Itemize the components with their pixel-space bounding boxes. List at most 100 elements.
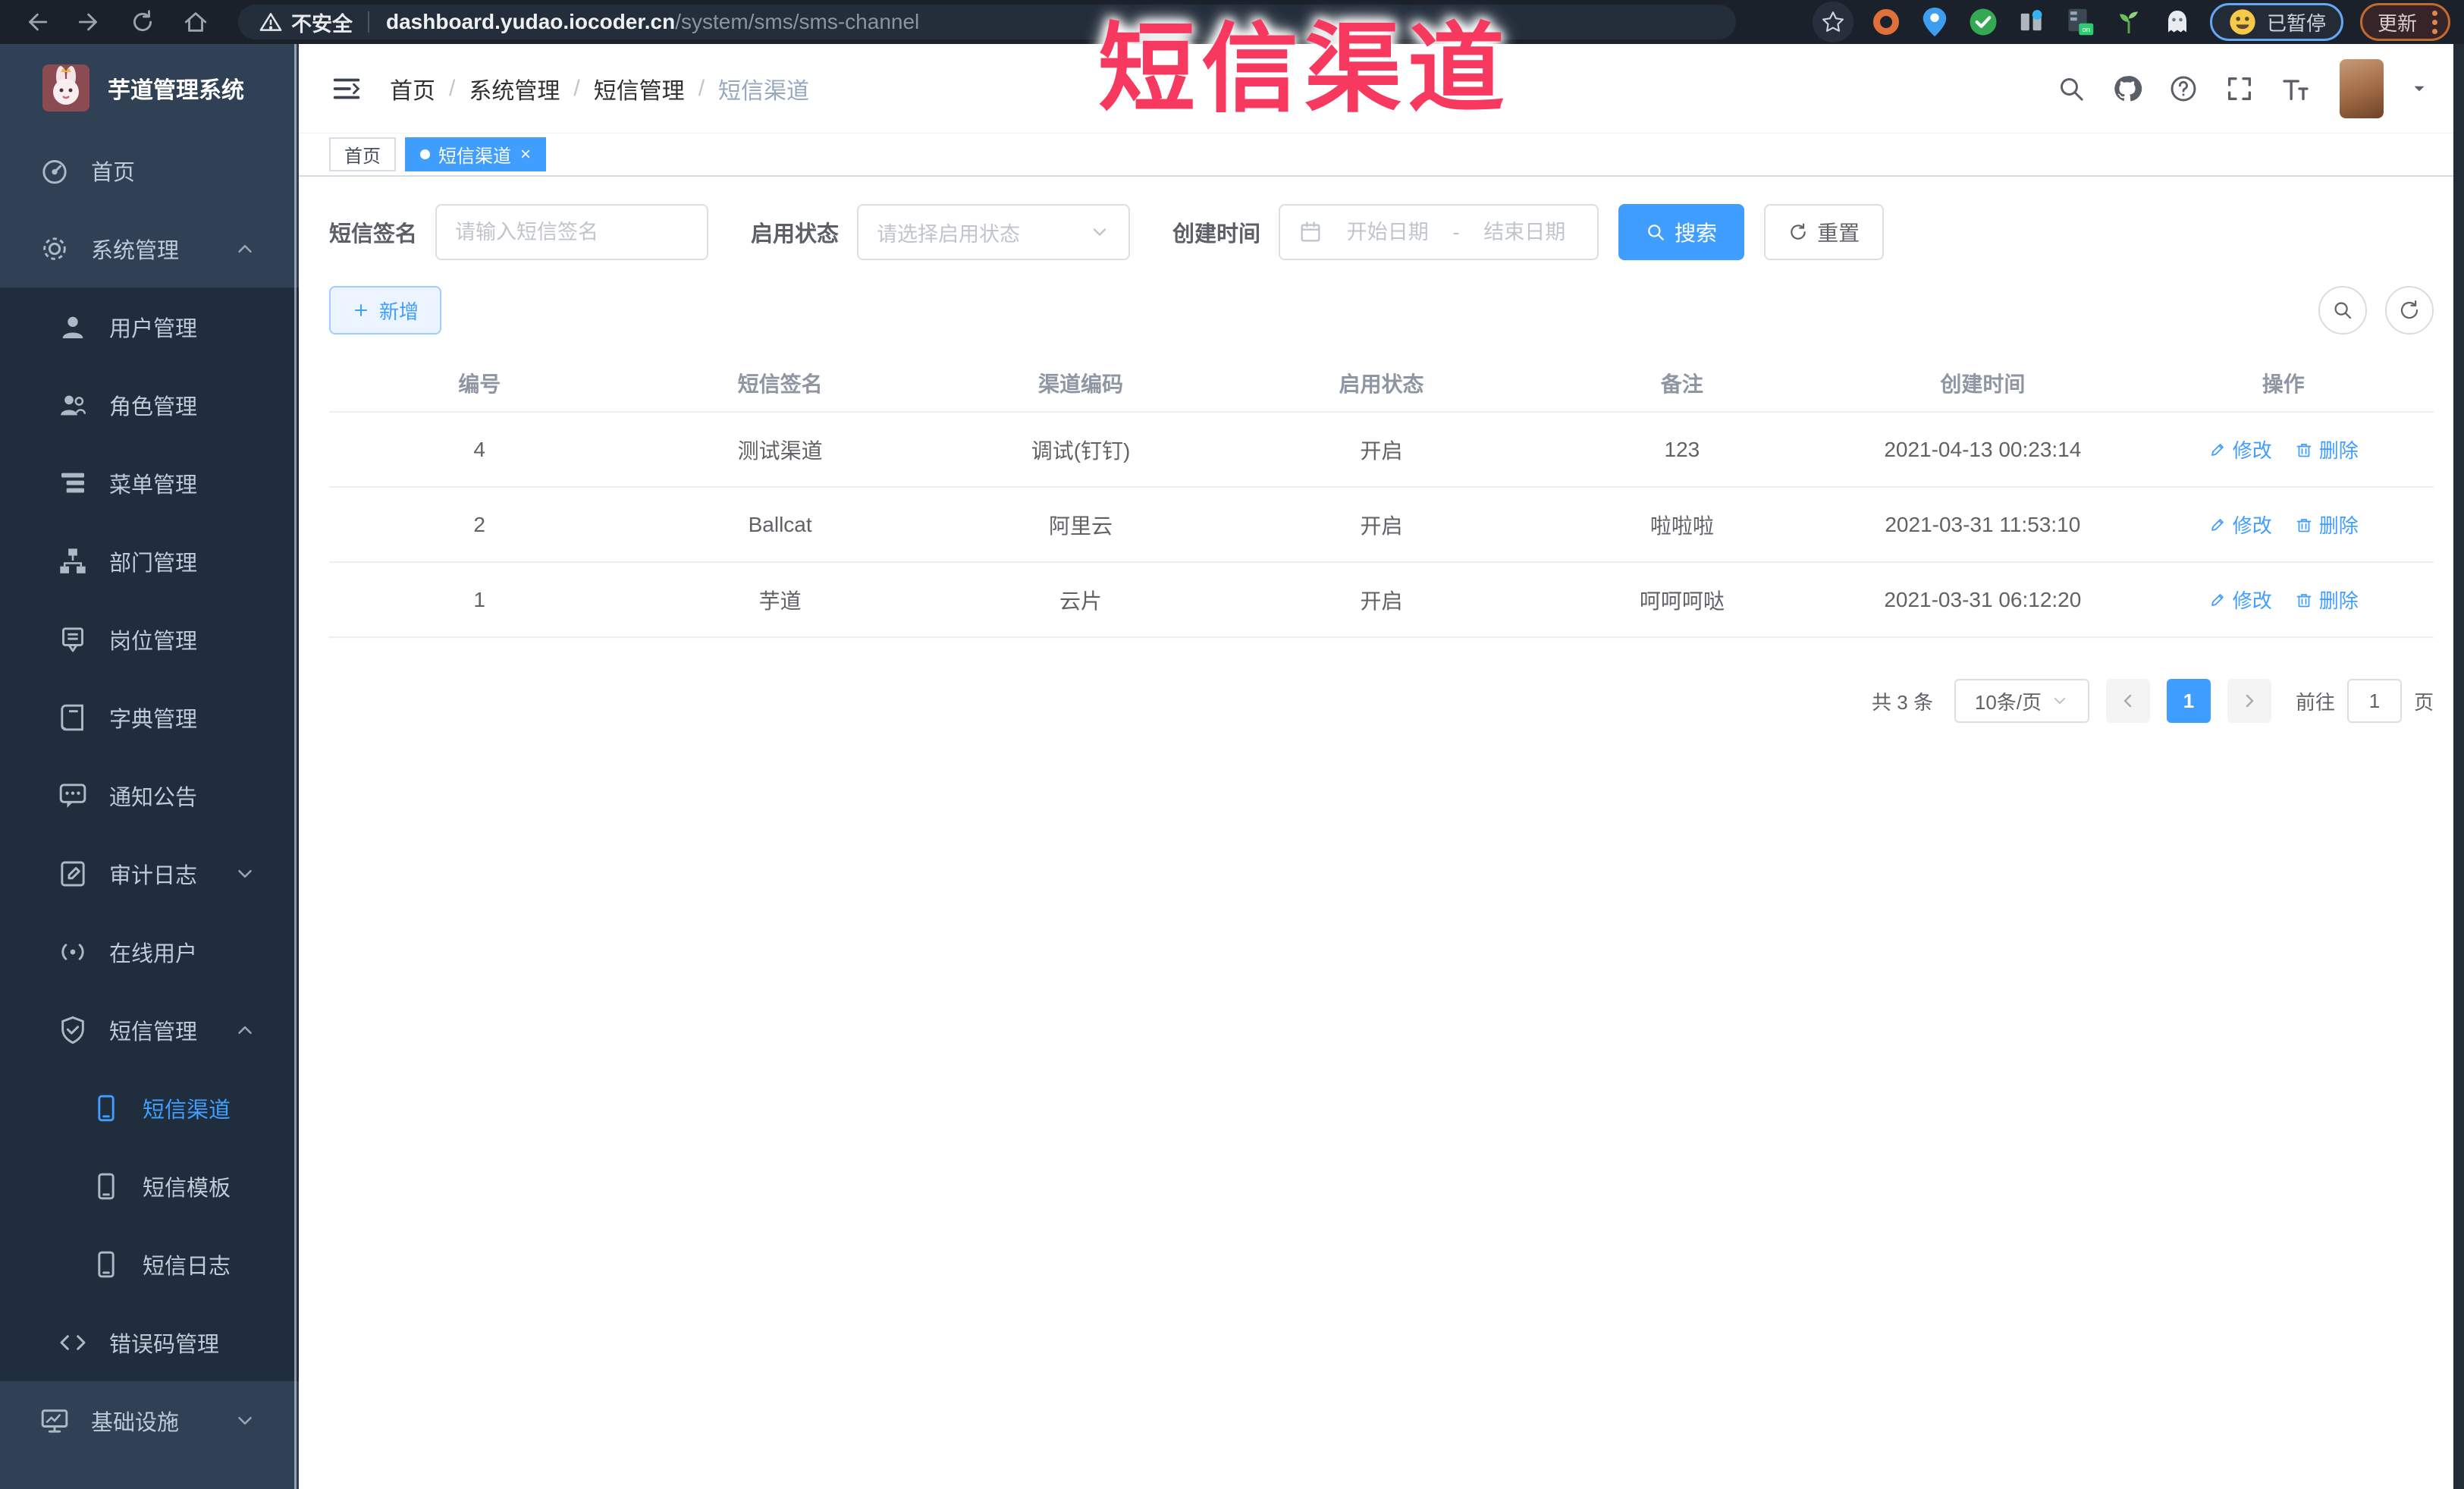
forward-icon[interactable] <box>73 5 106 39</box>
sidebar-item-dept-management[interactable]: 部门管理 <box>0 522 299 600</box>
page-number-1[interactable]: 1 <box>2166 679 2211 723</box>
pagination: 共 3 条 10条/页 1 前往 页 <box>329 679 2434 723</box>
status-select[interactable]: 请选择启用状态 <box>857 204 1131 260</box>
delete-link[interactable]: 删除 <box>2295 586 2359 614</box>
cell-status: 开启 <box>1231 562 1532 638</box>
update-button[interactable]: 更新 <box>2359 3 2450 41</box>
hamburger-icon[interactable] <box>329 71 364 106</box>
sidebar-item-label: 菜单管理 <box>109 473 198 498</box>
breadcrumb-system[interactable]: 系统管理 <box>469 72 560 105</box>
sign-input[interactable] <box>455 220 689 244</box>
search-button-label: 搜索 <box>1675 221 1718 245</box>
profile-paused-badge[interactable]: 已暂停 <box>2209 3 2343 41</box>
close-icon[interactable]: × <box>520 145 531 164</box>
edit-link[interactable]: 修改 <box>2208 586 2272 614</box>
app-window: 不安全 dashboard.yudao.iocoder.cn/system/sm… <box>0 0 2464 1489</box>
sidebar-submenu-system: 用户管理 角色管理 菜单管理 部门管理 岗位管理 字典管理 通知公告 审计日志 … <box>0 287 299 1381</box>
avatar[interactable] <box>2340 58 2384 118</box>
search-button[interactable]: 搜索 <box>1618 204 1745 260</box>
add-button[interactable]: 新增 <box>329 286 442 335</box>
extension-video-on-icon[interactable]: on <box>2064 6 2096 38</box>
tag-sms-channel[interactable]: 短信渠道 × <box>405 137 547 171</box>
toggle-search-button[interactable] <box>2318 286 2367 335</box>
address-bar[interactable]: 不安全 dashboard.yudao.iocoder.cn/system/sm… <box>238 5 1736 39</box>
home-icon[interactable] <box>179 5 212 39</box>
cell-status: 开启 <box>1231 412 1532 488</box>
breadcrumb-sms[interactable]: 短信管理 <box>594 72 685 105</box>
shield-icon <box>58 1015 88 1045</box>
sidebar-logo[interactable]: 芋道管理系统 <box>0 44 299 131</box>
cell-status: 开启 <box>1231 487 1532 563</box>
help-icon[interactable] <box>2167 72 2200 105</box>
sidebar-item-sms-template[interactable]: 短信模板 <box>0 1147 299 1225</box>
search-icon[interactable] <box>2054 72 2088 105</box>
sidebar-item-notice[interactable]: 通知公告 <box>0 756 299 834</box>
sidebar-item-menu-management[interactable]: 菜单管理 <box>0 444 299 522</box>
extension-orange-icon[interactable] <box>1870 6 1902 38</box>
window-scrollbar[interactable] <box>2453 44 2464 1489</box>
page-content: 短信签名 启用状态 请选择启用状态 创建时间 <box>299 177 2464 1489</box>
sidebar-item-role-management[interactable]: 角色管理 <box>0 366 299 444</box>
edit-link[interactable]: 修改 <box>2208 510 2272 539</box>
breadcrumb-home[interactable]: 首页 <box>390 72 435 105</box>
sidebar-item-infrastructure[interactable]: 基础设施 <box>0 1381 299 1459</box>
tag-home[interactable]: 首页 <box>329 137 396 171</box>
sidebar-item-home[interactable]: 首页 <box>0 131 299 209</box>
delete-link[interactable]: 删除 <box>2295 435 2359 463</box>
cell-remark: 123 <box>1531 412 1833 488</box>
cell-remark: 呵呵呵哒 <box>1531 562 1833 638</box>
sidebar-item-online-users[interactable]: 在线用户 <box>0 913 299 991</box>
sidebar-item-label: 基础设施 <box>91 1410 180 1435</box>
table-header-row: 编号 短信签名 渠道编码 启用状态 备注 创建时间 操作 <box>329 354 2434 413</box>
page-size-select[interactable]: 10条/页 <box>1954 679 2089 723</box>
next-page-button[interactable] <box>2227 679 2271 723</box>
bookmark-star-icon[interactable] <box>1812 2 1853 42</box>
sidebar-item-system-management[interactable]: 系统管理 <box>0 209 299 287</box>
user-icon <box>58 312 88 342</box>
github-icon[interactable] <box>2111 72 2144 105</box>
sidebar-item-error-code-management[interactable]: 错误码管理 <box>0 1303 299 1381</box>
refresh-table-button[interactable] <box>2385 286 2434 335</box>
cell-id: 1 <box>329 562 630 638</box>
sign-label: 短信签名 <box>329 222 418 247</box>
delete-link[interactable]: 删除 <box>2295 510 2359 539</box>
fullscreen-icon[interactable] <box>2223 72 2256 105</box>
reload-icon[interactable] <box>126 5 159 39</box>
back-icon[interactable] <box>20 5 53 39</box>
chevron-down-icon <box>2051 692 2069 710</box>
extension-green-check-icon[interactable] <box>1967 6 1999 38</box>
phone-icon <box>91 1249 121 1280</box>
svg-text:on: on <box>2082 26 2090 34</box>
cell-created: 2021-04-13 00:23:14 <box>1832 412 2133 488</box>
table-row: 4 测试渠道 调试(钉钉) 开启 123 2021-04-13 00:23:14… <box>329 412 2434 488</box>
edit-link[interactable]: 修改 <box>2208 435 2272 463</box>
sidebar-item-sms-management[interactable]: 短信管理 <box>0 991 299 1069</box>
reset-button[interactable]: 重置 <box>1764 204 1885 260</box>
range-separator: - <box>1452 220 1460 243</box>
caret-down-icon[interactable] <box>2409 79 2429 99</box>
font-size-icon[interactable] <box>2279 72 2312 105</box>
end-date-input[interactable] <box>1470 220 1580 244</box>
sidebar-item-user-management[interactable]: 用户管理 <box>0 287 299 366</box>
extension-pin-icon[interactable] <box>1919 6 1951 38</box>
security-label: 不安全 <box>291 12 353 36</box>
sidebar-item-dict-management[interactable]: 字典管理 <box>0 678 299 756</box>
browser-menu-icon[interactable] <box>2432 10 2437 34</box>
start-date-input[interactable] <box>1333 220 1442 244</box>
prev-page-button[interactable] <box>2105 679 2150 723</box>
date-range-picker[interactable]: - <box>1279 204 1599 260</box>
column-header-status: 启用状态 <box>1231 354 1532 413</box>
sidebar-item-label: 通知公告 <box>109 785 198 810</box>
goto-page-input[interactable] <box>2346 679 2402 723</box>
sidebar-item-audit-log[interactable]: 审计日志 <box>0 834 299 913</box>
extension-ghost-icon[interactable] <box>2161 6 2193 38</box>
extension-tabs-icon[interactable] <box>2016 6 2048 38</box>
sidebar-item-sms-log[interactable]: 短信日志 <box>0 1225 299 1303</box>
sidebar-item-post-management[interactable]: 岗位管理 <box>0 600 299 678</box>
extension-plant-icon[interactable] <box>2113 6 2145 38</box>
sidebar-item-sms-channel[interactable]: 短信渠道 <box>0 1069 299 1147</box>
sign-input-wrapper <box>435 204 709 260</box>
sidebar-item-label: 首页 <box>91 160 136 185</box>
table-row: 2 Ballcat 阿里云 开启 啦啦啦 2021-03-31 11:53:10… <box>329 487 2434 563</box>
tags-view-bar: 首页 短信渠道 × <box>299 134 2464 177</box>
